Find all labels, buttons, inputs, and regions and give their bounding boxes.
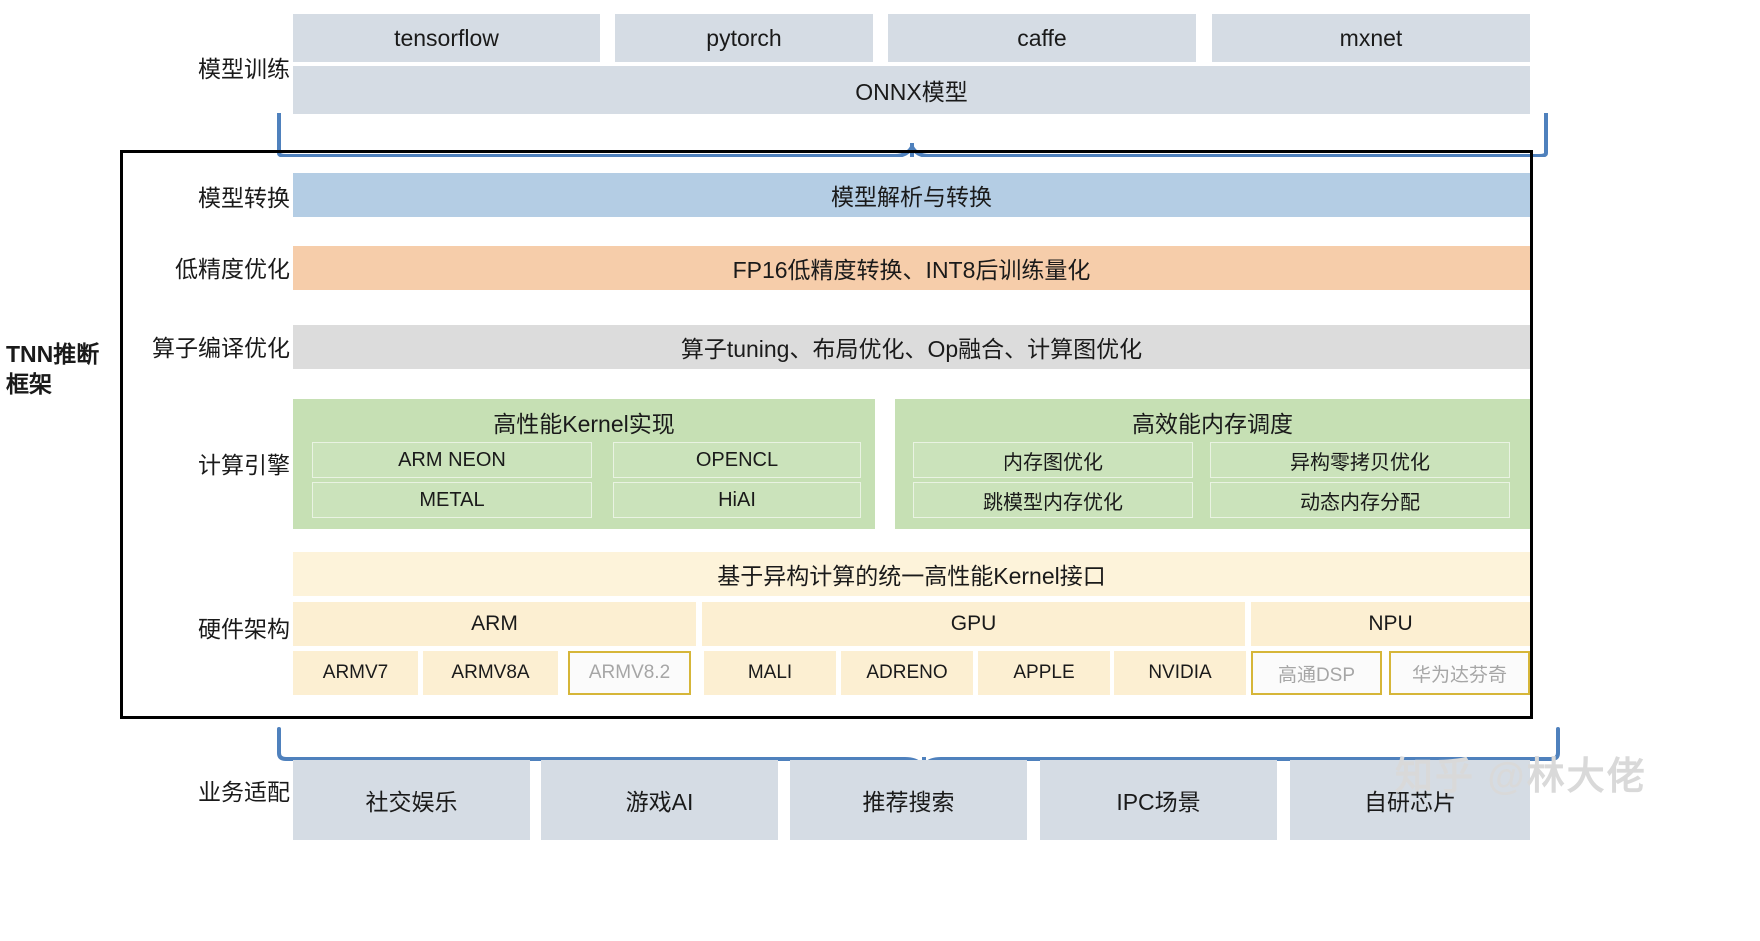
- row-label-model-convert: 模型转换: [198, 185, 290, 211]
- row-label-hardware: 硬件架构: [198, 616, 290, 642]
- onnx-model-bar: ONNX模型: [293, 66, 1530, 114]
- compute-item-zero-copy-opt: 异构零拷贝优化: [1210, 442, 1510, 478]
- compute-group-memory: 高效能内存调度 内存图优化 异构零拷贝优化 跳模型内存优化 动态内存分配: [895, 399, 1530, 529]
- hardware-chip-armv8a: ARMV8A: [423, 651, 558, 695]
- compute-item-memory-graph-opt: 内存图优化: [913, 442, 1193, 478]
- row-label-model-training: 模型训练: [198, 56, 290, 82]
- hardware-chip-nvidia: NVIDIA: [1114, 651, 1246, 695]
- op-compile-bar: 算子tuning、布局优化、Op融合、计算图优化: [293, 325, 1530, 369]
- row-label-low-precision: 低精度优化: [175, 256, 290, 282]
- hardware-group-arm: ARM: [293, 602, 696, 646]
- compute-item-metal: METAL: [312, 482, 592, 518]
- diagram-canvas: 模型训练 tensorflow pytorch caffe mxnet ONNX…: [0, 0, 1760, 941]
- hardware-chip-armv7: ARMV7: [293, 651, 418, 695]
- hardware-chip-armv8-2: ARMV8.2: [568, 651, 691, 695]
- hardware-group-npu: NPU: [1251, 602, 1530, 646]
- compute-item-arm-neon: ARM NEON: [312, 442, 592, 478]
- hardware-chip-apple: APPLE: [978, 651, 1110, 695]
- compute-group-kernel-title: 高性能Kernel实现: [493, 411, 675, 437]
- compute-item-cross-model-memory-opt: 跳模型内存优化: [913, 482, 1193, 518]
- hardware-chip-mali: MALI: [704, 651, 836, 695]
- training-framework-pytorch: pytorch: [615, 14, 873, 62]
- business-scenario-social-entertainment: 社交娱乐: [293, 760, 530, 840]
- training-framework-tensorflow: tensorflow: [293, 14, 600, 62]
- training-framework-mxnet: mxnet: [1212, 14, 1530, 62]
- framework-title-line1: TNN推断: [6, 341, 100, 367]
- model-parse-convert-bar: 模型解析与转换: [293, 173, 1530, 217]
- unified-kernel-interface-bar: 基于异构计算的统一高性能Kernel接口: [293, 552, 1530, 596]
- compute-item-dynamic-memory-alloc: 动态内存分配: [1210, 482, 1510, 518]
- row-label-business: 业务适配: [198, 779, 290, 805]
- hardware-chip-qualcomm-dsp: 高通DSP: [1251, 651, 1382, 695]
- business-scenario-game-ai: 游戏AI: [541, 760, 778, 840]
- hardware-chip-huawei-davinci: 华为达芬奇: [1389, 651, 1530, 695]
- hardware-chip-adreno: ADRENO: [841, 651, 973, 695]
- watermark: 知乎 @林大佬: [1395, 756, 1647, 798]
- compute-item-opencl: OPENCL: [613, 442, 861, 478]
- low-precision-bar: FP16低精度转换、INT8后训练量化: [293, 246, 1530, 290]
- compute-item-hiai: HiAI: [613, 482, 861, 518]
- compute-group-memory-title: 高效能内存调度: [1132, 411, 1293, 437]
- row-label-op-compile: 算子编译优化: [152, 335, 290, 361]
- compute-group-kernel: 高性能Kernel实现 ARM NEON OPENCL METAL HiAI: [293, 399, 875, 529]
- business-scenario-ipc: IPC场景: [1040, 760, 1277, 840]
- framework-title: TNN推断 框架: [6, 340, 114, 400]
- row-label-compute-engine: 计算引擎: [198, 452, 290, 478]
- training-framework-caffe: caffe: [888, 14, 1196, 62]
- business-scenario-recommend-search: 推荐搜索: [790, 760, 1027, 840]
- framework-title-line2: 框架: [6, 370, 52, 397]
- hardware-group-gpu: GPU: [702, 602, 1245, 646]
